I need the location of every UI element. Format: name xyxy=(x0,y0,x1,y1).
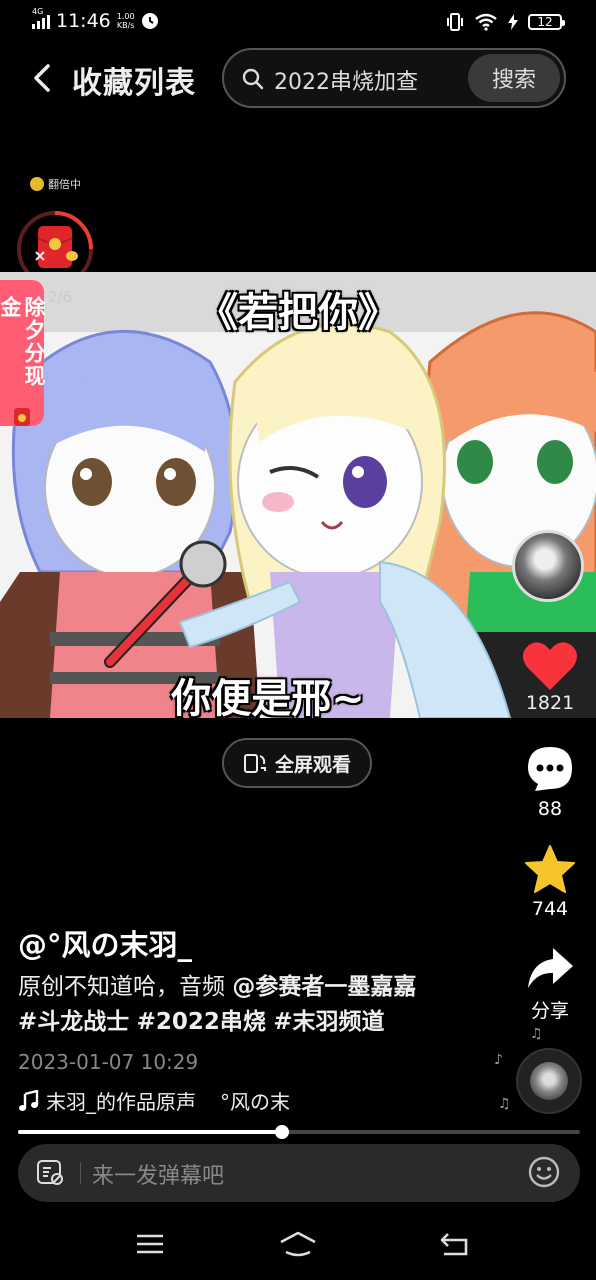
comment-count: 88 xyxy=(537,798,563,820)
like-button[interactable]: 1821 xyxy=(510,640,590,714)
floating-note-icon: ♪ xyxy=(494,1052,503,1068)
star-icon xyxy=(525,845,575,893)
back-nav-icon[interactable] xyxy=(434,1228,474,1260)
description-text: 原创不知道哈，音频 xyxy=(18,974,233,1000)
video-caption-bottom: 你便是邢~ xyxy=(171,676,365,718)
hashtag-link[interactable]: #斗龙战士 xyxy=(18,1009,129,1035)
author-name[interactable]: @°风の末羽_ xyxy=(18,922,192,964)
danmaku-bar: 来一发弹幕吧 xyxy=(18,1144,580,1202)
cny-cash-label: 除夕分现金 xyxy=(0,296,46,388)
cny-cash-banner[interactable]: 除夕分现金 xyxy=(0,280,46,426)
comment-button[interactable]: 88 xyxy=(510,744,590,820)
author-avatar[interactable] xyxy=(512,530,584,602)
fullscreen-button[interactable]: 全屏观看 xyxy=(222,738,372,788)
back-button[interactable] xyxy=(28,60,58,96)
menu-nav-icon[interactable] xyxy=(130,1228,170,1260)
charging-icon xyxy=(508,14,518,30)
double-reward-badge: 翻倍中 xyxy=(30,176,81,192)
share-button[interactable]: 分享 xyxy=(510,946,590,1023)
share-arrow-icon xyxy=(528,948,573,988)
danmaku-toggle-icon[interactable] xyxy=(36,1158,64,1186)
music-title: 末羽_的作品原声 xyxy=(46,1090,196,1114)
page-title: 收藏列表 xyxy=(72,66,196,101)
search-bar[interactable]: 2022串烧加查 搜索 xyxy=(222,48,566,108)
double-reward-label: 翻倍中 xyxy=(48,178,81,191)
like-count: 1821 xyxy=(525,692,575,714)
danmaku-input[interactable]: 来一发弹幕吧 xyxy=(92,1158,224,1190)
music-disc-button[interactable] xyxy=(516,1048,582,1114)
fullscreen-label: 全屏观看 xyxy=(274,753,351,776)
vibrate-icon xyxy=(447,13,463,31)
search-button[interactable]: 搜索 xyxy=(468,54,560,102)
network-type: 4G xyxy=(32,7,44,16)
rotate-screen-icon xyxy=(243,754,266,773)
favorite-count: 744 xyxy=(531,898,569,920)
status-bar: 4G 11:46 1.00 KB/s 12 xyxy=(0,0,596,44)
divider xyxy=(80,1162,81,1184)
playback-progress-fill xyxy=(18,1130,283,1134)
floating-note-icon: ♫ xyxy=(498,1096,511,1112)
wifi-icon xyxy=(475,13,497,31)
emoji-button[interactable] xyxy=(528,1156,560,1188)
mention-link[interactable]: @参赛者一墨嘉嘉 xyxy=(232,974,416,1000)
network-speed: 1.00 KB/s xyxy=(116,12,135,30)
system-nav-bar xyxy=(0,1210,596,1280)
favorite-button[interactable]: 744 xyxy=(510,844,590,920)
music-note-icon xyxy=(19,1089,39,1111)
hashtag-link[interactable]: #2022串烧 xyxy=(137,1009,266,1035)
music-author: °风の末 xyxy=(220,1090,290,1114)
search-icon xyxy=(242,68,264,90)
playback-progress-bar[interactable] xyxy=(18,1125,580,1139)
video-frame xyxy=(0,272,596,718)
cellular-signal-icon: 4G xyxy=(32,7,50,29)
heart-icon xyxy=(522,642,578,690)
video-caption-top: 《若把你》 xyxy=(198,290,398,336)
home-nav-icon[interactable] xyxy=(278,1228,318,1260)
floating-note-icon: ♫ xyxy=(530,1026,543,1042)
hashtag-link[interactable]: #末羽频道 xyxy=(273,1009,384,1035)
post-description: 原创不知道哈，音频 @参赛者一墨嘉嘉 #斗龙战士 #2022串烧 #末羽频道 xyxy=(18,970,488,1040)
battery-indicator: 12 xyxy=(528,14,565,30)
clock: 11:46 xyxy=(56,10,111,32)
search-input[interactable]: 2022串烧加查 xyxy=(274,64,418,96)
comment-icon xyxy=(528,747,572,791)
playback-progress-thumb[interactable] xyxy=(275,1125,290,1139)
app-notification-icon xyxy=(141,13,158,29)
music-info[interactable]: 末羽_的作品原声 °风の末 xyxy=(18,1086,318,1115)
coin-icon xyxy=(30,177,44,191)
music-cover-image xyxy=(530,1062,568,1100)
reward-progress: 2/6 xyxy=(48,288,73,306)
post-date: 2023-01-07 10:29 xyxy=(18,1050,199,1074)
video-player[interactable]: 《若把你》 你便是邢~ xyxy=(0,272,596,718)
red-envelope-icon xyxy=(14,407,30,426)
share-label: 分享 xyxy=(530,1000,569,1022)
